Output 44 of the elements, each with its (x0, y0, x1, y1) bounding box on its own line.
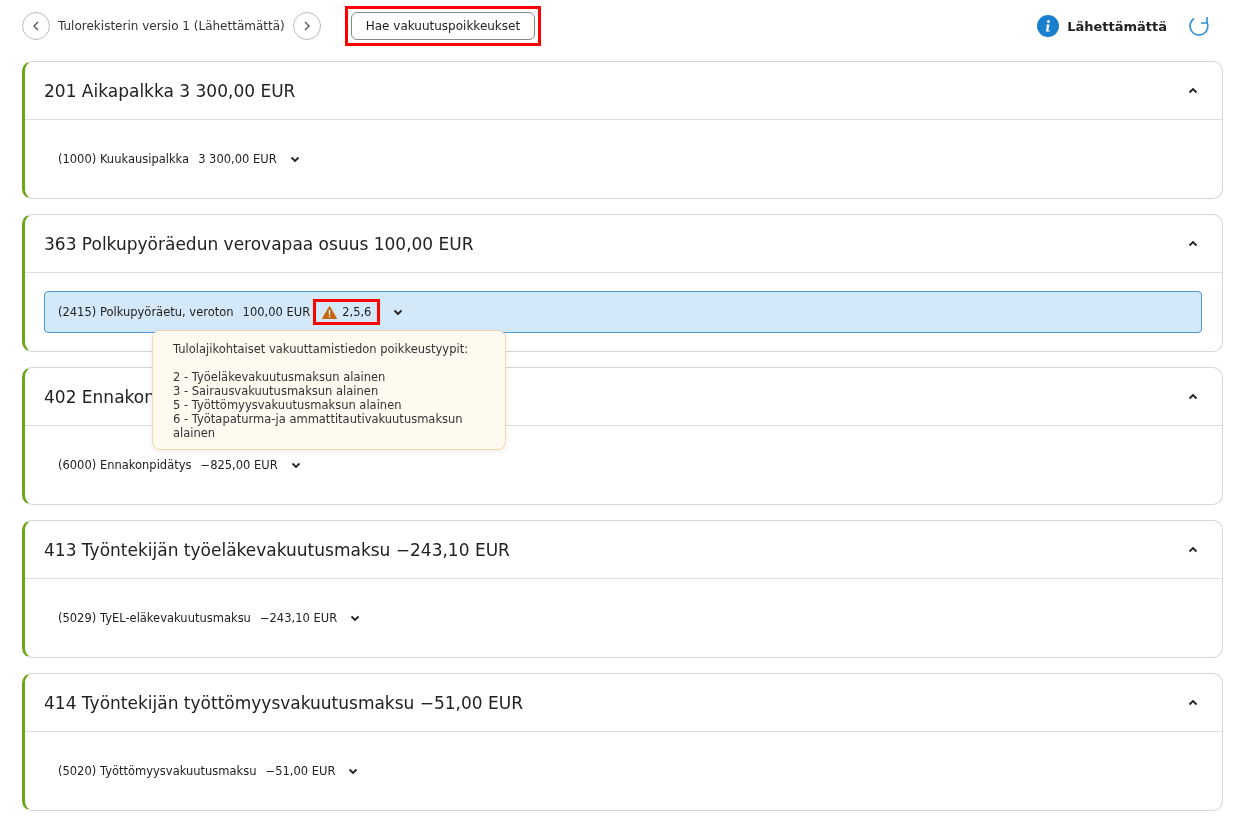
chevron-right-icon (302, 21, 311, 31)
chevron-up-icon (1188, 393, 1198, 400)
fetch-button[interactable]: Hae vakuutuspoikkeukset (350, 12, 536, 40)
chevron-down-icon (393, 308, 404, 316)
tooltip-heading: Tulolajikohtaiset vakuuttamistiedon poikkeustyypit: (173, 342, 470, 356)
tooltip-line: 6 - Työtapaturma-ja ammattitautivakuutusmaksun alainen (173, 412, 464, 440)
version-label: Tulorekisterin versio 1 (Lähettämättä) (58, 19, 285, 33)
info-icon (1037, 15, 1060, 37)
row-amount: 3 300,00 EUR (198, 152, 277, 166)
tooltip-line: 2 - Työeläkevakuutusmaksun alainen (173, 370, 387, 384)
chevron-up-icon (1188, 699, 1198, 706)
row-amount: −243,10 EUR (259, 611, 338, 625)
row-name: (5029) TyEL-eläkevakuutusmaksu (58, 611, 251, 625)
row-name: (2415) Polkupyöräetu, veroton (58, 305, 234, 319)
warning-icon (322, 305, 338, 319)
refresh-icon (1187, 14, 1211, 38)
section-title: 363 Polkupyöräedun verovapaa osuus 100,00 EUR (44, 233, 474, 254)
income-row[interactable]: (5020) Työttömyysvakuutusmaksu −51,00 EUR (44, 750, 1202, 792)
tooltip-line: 5 - Työttömyysvakuutusmaksun alainen (173, 398, 403, 412)
chevron-down-icon (348, 767, 359, 775)
income-row[interactable]: (2415) Polkupyöräetu, veroton 100,00 EUR 2,5,6 (44, 291, 1202, 333)
row-amount: −51,00 EUR (265, 764, 336, 778)
section-title: 201 Aikapalkka 3 300,00 EUR (44, 80, 296, 101)
row-amount: 100,00 EUR (242, 305, 311, 319)
row-name: (5020) Työttömyysvakuutusmaksu (58, 764, 257, 778)
chevron-down-icon (289, 155, 300, 163)
chevron-up-icon (1188, 240, 1198, 247)
warning-codes: 2,5,6 (342, 305, 372, 319)
refresh-button[interactable] (1187, 14, 1211, 38)
chevron-down-icon (290, 461, 301, 469)
tooltip-line: 3 - Sairausvakuutusmaksun alainen (173, 384, 380, 398)
income-row[interactable]: (1000) Kuukausipalkka 3 300,00 EUR (44, 138, 1202, 180)
section-title: 414 Työntekijän työttömyysvakuutusmaksu −51,00 EUR (44, 692, 524, 713)
income-row[interactable]: (6000) Ennakonpidätys −825,00 EUR (44, 444, 1202, 486)
chevron-down-icon (350, 614, 361, 622)
chevron-up-icon (1188, 546, 1198, 553)
income-row[interactable]: (5029) TyEL-eläkevakuutusmaksu −243,10 EUR (44, 597, 1202, 639)
row-amount: −825,00 EUR (200, 458, 278, 472)
row-name: (1000) Kuukausipalkka (58, 152, 190, 166)
row-name: (6000) Ennakonpidätys (58, 458, 192, 472)
chevron-up-icon (1188, 87, 1198, 94)
section-title: 413 Työntekijän työeläkevakuutusmaksu −243,10 EUR (44, 539, 510, 560)
chevron-left-icon (32, 21, 40, 31)
status-label: Lähettämättä (1067, 18, 1167, 34)
